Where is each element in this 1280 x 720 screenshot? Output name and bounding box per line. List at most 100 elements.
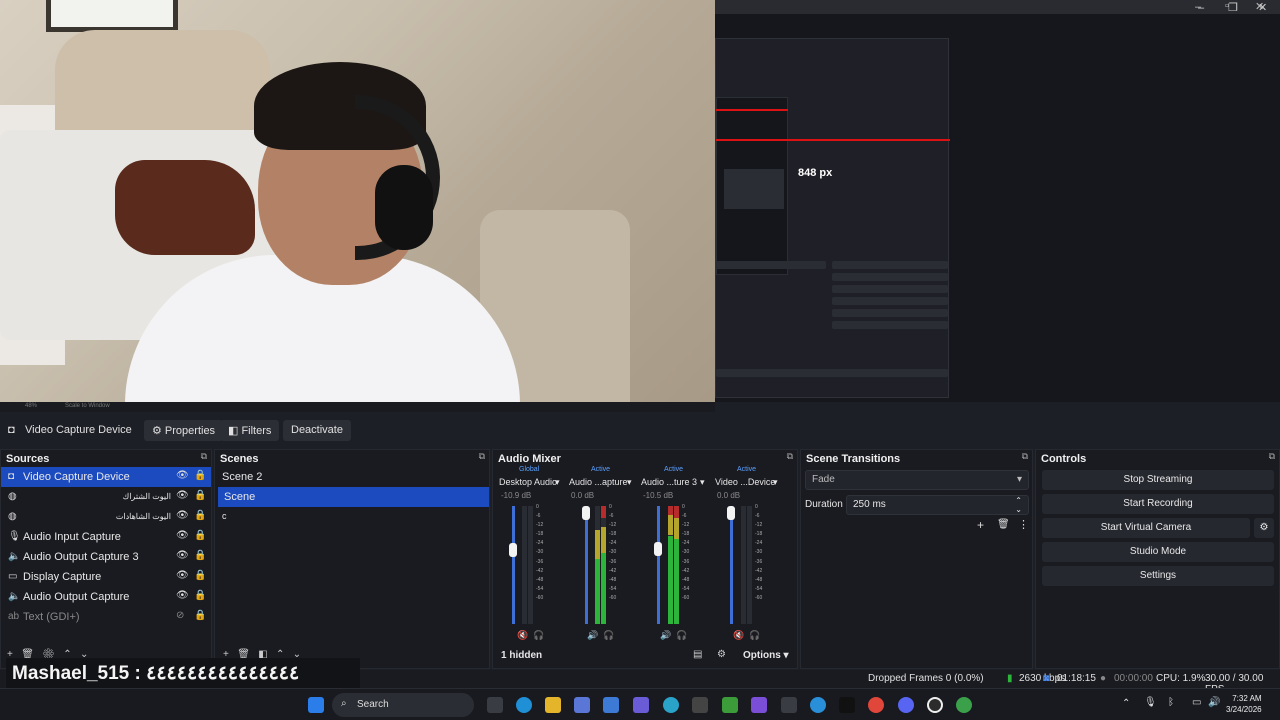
undock-icon[interactable]: ⧉	[479, 451, 485, 462]
start-recording-button[interactable]: Start Recording	[1042, 494, 1274, 514]
virtual-camera-settings-gear-icon[interactable]: ⚙	[1254, 518, 1274, 538]
obs-icon[interactable]	[927, 697, 943, 713]
lock-icon[interactable]: 🔒	[194, 490, 206, 501]
app-icon[interactable]	[633, 697, 649, 713]
muted-speaker-icon[interactable]: 🔇	[733, 630, 744, 641]
options-button[interactable]: Options ▾	[743, 650, 789, 661]
start-virtual-camera-button[interactable]: Start Virtual Camera	[1042, 518, 1250, 538]
headphone-monitor-icon[interactable]: 🎧	[533, 630, 544, 641]
app-icon[interactable]	[692, 697, 708, 713]
lock-icon[interactable]: 🔒	[194, 470, 206, 481]
copilot-icon[interactable]	[574, 697, 590, 713]
visibility-eye-icon[interactable]: 👁	[176, 570, 189, 581]
visibility-eye-icon[interactable]: 👁	[176, 530, 189, 541]
zoom-mode[interactable]: Scale to Window	[65, 403, 110, 409]
source-row[interactable]: ab Text (GDI+) ⊘ 🔒	[1, 607, 211, 627]
bluetooth-icon[interactable]: ᛒ	[1168, 697, 1174, 708]
chrome-icon[interactable]	[868, 697, 884, 713]
edge-icon[interactable]	[516, 697, 532, 713]
transition-select[interactable]: Fade ▾	[805, 470, 1029, 490]
add-icon[interactable]: +	[977, 518, 984, 532]
undock-icon[interactable]: ⧉	[787, 451, 793, 462]
microphone-icon[interactable]: 🎙	[1144, 697, 1157, 708]
lock-icon[interactable]: 🔒	[194, 590, 206, 601]
fader-knob[interactable]	[509, 543, 517, 557]
task-view-icon[interactable]	[487, 697, 503, 713]
volume-icon[interactable]: 🔊	[1208, 697, 1220, 708]
settings-button[interactable]: Settings	[1042, 566, 1274, 586]
source-row[interactable]: 🔈 Audio Output Capture 3 👁 🔒	[1, 547, 211, 567]
stepper-arrows-icon[interactable]: ⌃ ⌄	[1015, 496, 1022, 514]
undock-icon[interactable]: ⧉	[201, 451, 207, 462]
scene-row[interactable]: Scene	[218, 487, 489, 507]
stop-streaming-button[interactable]: Stop Streaming	[1042, 470, 1274, 490]
undock-icon[interactable]: ⧉	[1269, 451, 1275, 462]
headphone-monitor-icon[interactable]: 🎧	[749, 630, 760, 641]
trash-icon[interactable]: 🗑	[997, 519, 1010, 530]
system-clock[interactable]: 7:32 AM 3/24/2026	[1226, 693, 1262, 715]
lock-icon[interactable]: 🔒	[194, 530, 206, 541]
fader-knob[interactable]	[654, 542, 662, 556]
channel-menu-icon[interactable]: ▾	[627, 477, 632, 488]
minimize-icon[interactable]: –	[1198, 2, 1204, 14]
source-row[interactable]: ◍ اليوت الشاهادات 👁 🔒	[1, 507, 211, 527]
visibility-eye-icon[interactable]: 👁	[176, 590, 189, 601]
close-icon[interactable]: ✕	[1258, 1, 1267, 14]
hidden-eye-icon[interactable]: ⊘	[176, 610, 184, 621]
source-row[interactable]: 🎙 Audio Input Capture 👁 🔒	[1, 527, 211, 547]
undock-icon[interactable]: ⧉	[1022, 451, 1028, 462]
discord-icon[interactable]	[898, 697, 914, 713]
visibility-eye-icon[interactable]: 👁	[176, 470, 189, 481]
source-row[interactable]: ◍ اليوت الشتراك 👁 🔒	[1, 487, 211, 507]
lock-icon[interactable]: 🔒	[194, 570, 206, 581]
file-explorer-icon[interactable]	[545, 697, 561, 713]
muted-speaker-icon[interactable]: 🔇	[517, 630, 528, 641]
tray-chevron-icon[interactable]: ⌃	[1122, 698, 1130, 709]
twitch-icon[interactable]	[751, 697, 767, 713]
channel-menu-icon[interactable]: ▾	[555, 477, 560, 488]
list-view-icon[interactable]: ▤	[693, 649, 702, 660]
source-row[interactable]: ▭ Display Capture 👁 🔒	[1, 567, 211, 587]
fader-knob[interactable]	[582, 506, 590, 520]
headphone-monitor-icon[interactable]: 🎧	[603, 630, 614, 641]
deactivate-button[interactable]: Deactivate	[283, 420, 351, 441]
filters-button[interactable]: ◧ Filters	[220, 420, 280, 441]
windows-start-icon[interactable]	[308, 697, 324, 713]
taskbar-search[interactable]: ⌕ Search	[332, 693, 474, 717]
hidden-count[interactable]: 1 hidden	[501, 650, 542, 661]
gear-icon[interactable]: ⚙	[717, 649, 726, 660]
tiktok-icon[interactable]	[839, 697, 855, 713]
duration-stepper[interactable]: 250 ms ⌃ ⌄	[846, 495, 1029, 515]
scene-row[interactable]: Scene 2	[215, 467, 489, 487]
channel-menu-icon[interactable]: ▾	[773, 477, 778, 488]
store-icon[interactable]	[603, 697, 619, 713]
telegram-icon[interactable]	[810, 697, 826, 713]
lock-icon[interactable]: 🔒	[194, 610, 206, 621]
volume-fader[interactable]	[512, 506, 515, 624]
more-menu-icon[interactable]: ⋮	[1018, 518, 1029, 531]
minecraft-icon[interactable]	[722, 697, 738, 713]
volume-fader[interactable]	[657, 506, 660, 624]
lock-icon[interactable]: 🔒	[194, 550, 206, 561]
channel-menu-icon[interactable]: ▾	[700, 477, 705, 488]
headphone-monitor-icon[interactable]: 🎧	[676, 630, 687, 641]
restore-icon[interactable]: ❐	[1228, 1, 1238, 14]
volume-fader[interactable]	[730, 506, 733, 624]
visibility-eye-icon[interactable]: 👁	[176, 510, 189, 521]
lock-icon[interactable]: 🔒	[194, 510, 206, 521]
source-row[interactable]: 🔈 Audio Output Capture 👁 🔒	[1, 587, 211, 607]
visibility-eye-icon[interactable]: 👁	[176, 490, 189, 501]
preview-canvas[interactable]: – ▫ ✕ 848 px	[0, 0, 1280, 402]
network-icon[interactable]: ▭	[1192, 697, 1201, 708]
app-icon[interactable]	[781, 697, 797, 713]
chrome-icon[interactable]	[956, 697, 972, 713]
studio-mode-button[interactable]: Studio Mode	[1042, 542, 1274, 562]
volume-fader[interactable]	[585, 506, 588, 624]
source-row[interactable]: ◘ Video Capture Device 👁 🔒	[1, 467, 211, 487]
fader-knob[interactable]	[727, 506, 735, 520]
properties-button[interactable]: ⚙ Properties	[144, 420, 224, 441]
app-icon[interactable]	[663, 697, 679, 713]
visibility-eye-icon[interactable]: 👁	[176, 550, 189, 561]
scene-row[interactable]: c	[215, 507, 489, 527]
speaker-icon[interactable]: 🔊	[587, 630, 598, 641]
